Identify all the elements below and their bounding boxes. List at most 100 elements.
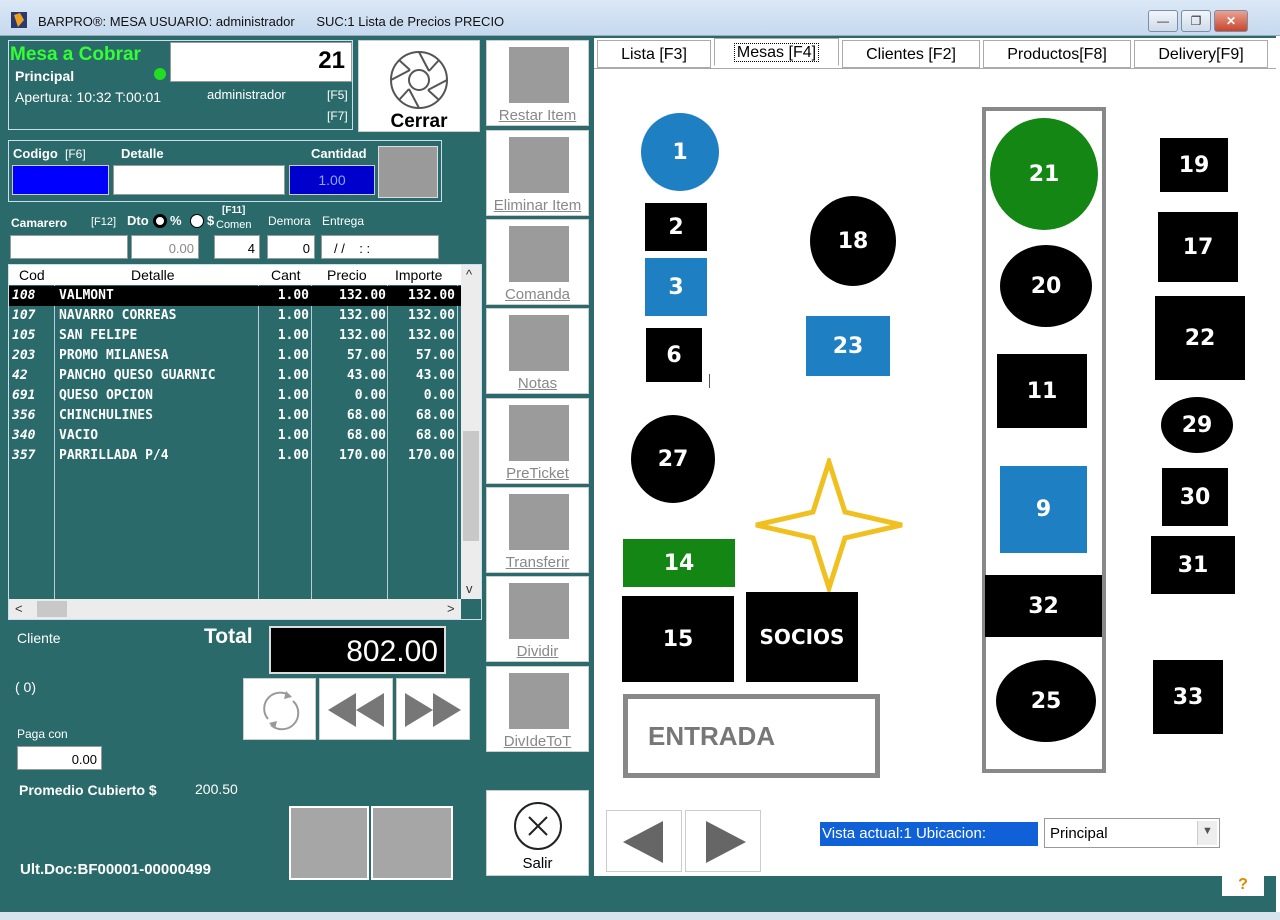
mesa-table-6[interactable]: 6: [646, 328, 702, 382]
mesa-table-22[interactable]: 22: [1155, 296, 1245, 380]
grid-vertical-scrollbar[interactable]: ^ v: [461, 265, 481, 599]
tab-mesas-label: Mesas [F4]: [733, 43, 820, 62]
add-item-button[interactable]: [378, 146, 438, 198]
table-row[interactable]: 108 VALMONT 1.00 132.00 132.00: [9, 286, 461, 306]
divide-total-button[interactable]: DivIdeToT: [486, 666, 589, 752]
cantidad-input[interactable]: 1.00: [289, 165, 375, 195]
ubicacion-select[interactable]: Principal ▼: [1044, 818, 1220, 848]
mesa-table-25[interactable]: 25: [996, 660, 1096, 742]
mesa-table-17[interactable]: 17: [1158, 212, 1238, 282]
mesa-table-9[interactable]: 9: [1000, 466, 1087, 553]
restar-item-button[interactable]: Restar Item: [486, 40, 589, 126]
mesa-table-21[interactable]: 21: [990, 118, 1098, 230]
col-cod: Cod: [19, 267, 45, 283]
rewind-button[interactable]: [319, 678, 393, 740]
window-title: BARPRO®: MESA USUARIO: administrador SUC…: [38, 14, 505, 29]
tab-productos[interactable]: Productos[F8]: [983, 40, 1131, 68]
tab-mesas[interactable]: Mesas [F4]: [714, 38, 839, 66]
mesa-table-15[interactable]: 15: [622, 596, 734, 682]
refresh-button[interactable]: [243, 678, 316, 740]
mesa-table-2[interactable]: 2: [645, 203, 707, 251]
grey-button-1[interactable]: [289, 806, 369, 880]
divide-total-label: DivIdeToT: [503, 733, 572, 750]
restore-button[interactable]: ❐: [1181, 10, 1211, 32]
mesa-table-3[interactable]: 3: [645, 258, 707, 316]
camarero-input[interactable]: [10, 235, 128, 259]
camarero-key: [F12]: [91, 216, 117, 228]
mesa-table-11[interactable]: 11: [997, 354, 1087, 428]
mesa-table-19[interactable]: 19: [1160, 138, 1228, 192]
tab-clientes[interactable]: Clientes [F2]: [842, 40, 980, 68]
paga-con-input[interactable]: 0.00: [17, 746, 102, 770]
cerrar-button[interactable]: Cerrar: [358, 40, 480, 132]
prev-view-button[interactable]: [606, 810, 682, 872]
dto-input[interactable]: 0.00: [131, 235, 199, 259]
mesa-table-27[interactable]: 27: [631, 415, 715, 503]
forward-button[interactable]: [396, 678, 470, 740]
tab-lista[interactable]: Lista [F3]: [597, 40, 711, 68]
preticket-button[interactable]: PreTicket: [486, 398, 589, 484]
dividir-button[interactable]: Dividir: [486, 576, 589, 662]
eliminar-item-label: Eliminar Item: [493, 197, 582, 214]
salir-button[interactable]: Salir: [486, 790, 589, 876]
scroll-down-icon[interactable]: v: [466, 581, 473, 596]
entrega-input[interactable]: / / : :: [321, 235, 439, 259]
grid-horizontal-scrollbar[interactable]: < >: [9, 599, 461, 619]
eliminar-item-button[interactable]: Eliminar Item: [486, 130, 589, 216]
close-button[interactable]: ✕: [1214, 10, 1248, 32]
transferir-button[interactable]: Transferir: [486, 487, 589, 573]
table-row[interactable]: 691 QUESO OPCION 1.00 0.00 0.00: [9, 386, 461, 406]
mesa-table-socios[interactable]: SOCIOS: [746, 592, 858, 682]
comanda-label: Comanda: [504, 286, 571, 303]
cell-precio: 170.00: [339, 448, 386, 463]
dto-percent-radio[interactable]: [153, 214, 167, 228]
scroll-up-icon[interactable]: ^: [466, 267, 472, 282]
total-label: Total: [204, 625, 253, 648]
table-row[interactable]: 356 CHINCHULINES 1.00 68.00 68.00: [9, 406, 461, 426]
cell-cant: 1.00: [277, 328, 309, 343]
items-grid[interactable]: Cod Detalle Cant Precio Importe 108 VALMO…: [8, 264, 482, 620]
mesa-table-18[interactable]: 18: [810, 196, 896, 286]
mesa-table-23[interactable]: 23: [806, 316, 890, 376]
notas-button[interactable]: Notas: [486, 308, 589, 394]
minimize-button[interactable]: —: [1148, 10, 1178, 32]
grey-button-2[interactable]: [371, 806, 453, 880]
next-view-button[interactable]: [685, 810, 761, 872]
cell-cant: 1.00: [277, 448, 309, 463]
dto-dollar-radio[interactable]: [190, 214, 204, 228]
shutter-icon: [390, 51, 448, 109]
cell-detalle: PARRILLADA P/4: [59, 448, 169, 463]
mesa-table-33[interactable]: 33: [1153, 660, 1223, 734]
mesa-table-30[interactable]: 30: [1162, 468, 1228, 526]
table-row[interactable]: 340 VACIO 1.00 68.00 68.00: [9, 426, 461, 446]
cell-cant: 1.00: [277, 288, 309, 303]
cell-cod: 356: [12, 408, 36, 423]
table-row[interactable]: 107 NAVARRO CORREAS 1.00 132.00 132.00: [9, 306, 461, 326]
detalle-label: Detalle: [121, 146, 164, 161]
mesa-table-32[interactable]: 32: [985, 575, 1102, 637]
table-row[interactable]: 42 PANCHO QUESO GUARNIC 1.00 43.00 43.00: [9, 366, 461, 386]
cell-importe: 68.00: [415, 428, 455, 443]
detalle-input[interactable]: [113, 165, 285, 195]
scroll-left-icon[interactable]: <: [15, 601, 23, 616]
cell-importe: 170.00: [408, 448, 455, 463]
grid-header: Cod Detalle Cant Precio Importe: [9, 265, 481, 285]
mesa-table-29[interactable]: 29: [1161, 397, 1233, 453]
table-row[interactable]: 203 PROMO MILANESA 1.00 57.00 57.00: [9, 346, 461, 366]
help-icon[interactable]: ?: [1222, 876, 1264, 896]
codigo-input[interactable]: [12, 165, 109, 195]
cell-cod: 691: [12, 388, 36, 403]
total-display: 802.00: [269, 626, 446, 674]
comen-input[interactable]: 4: [214, 235, 260, 259]
mesa-table-31[interactable]: 31: [1151, 536, 1235, 594]
table-row[interactable]: 357 PARRILLADA P/4 1.00 170.00 170.00: [9, 446, 461, 466]
mesa-table-14[interactable]: 14: [623, 539, 735, 587]
mesa-table-20[interactable]: 20: [1000, 245, 1092, 327]
table-row[interactable]: 105 SAN FELIPE 1.00 132.00 132.00: [9, 326, 461, 346]
scroll-right-icon[interactable]: >: [447, 601, 455, 616]
comanda-button[interactable]: Comanda: [486, 219, 589, 305]
demora-input[interactable]: 0: [267, 235, 315, 259]
mesa-table-1[interactable]: 1: [641, 113, 719, 191]
tab-delivery[interactable]: Delivery[F9]: [1134, 40, 1268, 68]
cell-cod: 105: [12, 328, 36, 343]
